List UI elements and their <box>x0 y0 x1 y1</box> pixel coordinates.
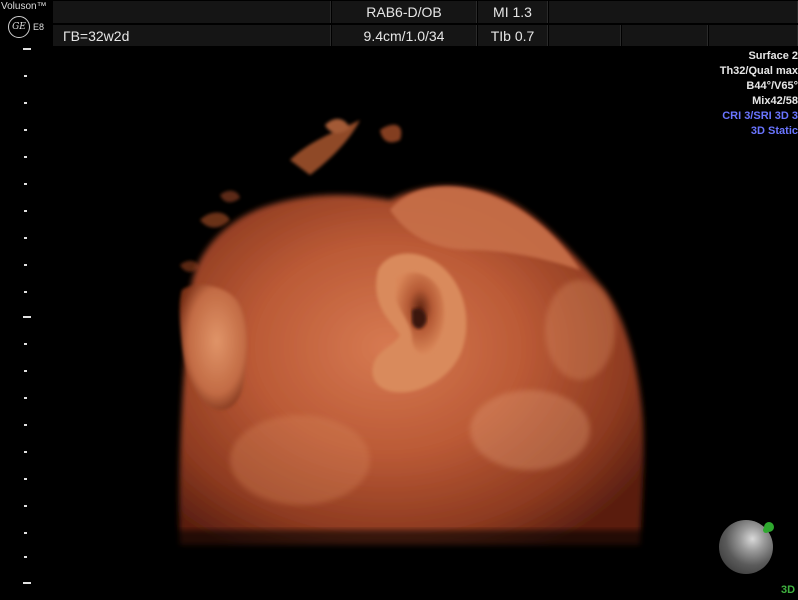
scale-tick <box>24 451 27 453</box>
scale-tick <box>24 264 27 266</box>
scale-tick <box>24 129 27 131</box>
angle-params: B44°/V65° <box>746 80 798 92</box>
scale-tick <box>24 237 27 239</box>
scale-tick <box>24 505 27 507</box>
header-cell-empty-4 <box>622 25 708 46</box>
render-params-panel: Surface 2 Th32/Qual max B44°/V65° Mix42/… <box>668 49 798 139</box>
top-info-bar: Voluson™ GE E8 RAB6-D/OB MI 1.3 ГВ=32w2d… <box>0 0 798 46</box>
ge-logo-block: Voluson™ GE E8 <box>0 0 52 46</box>
scale-tick <box>24 370 27 372</box>
3d-render-image <box>170 118 650 560</box>
scale-tick <box>24 210 27 212</box>
scale-tick <box>23 316 31 318</box>
mi-value: MI 1.3 <box>478 1 548 23</box>
mode-indicator: 3D <box>781 584 796 596</box>
probe-label: RAB6-D/OB <box>332 1 477 23</box>
orientation-marker-icon <box>763 522 774 533</box>
mix-params: Mix42/58 <box>752 95 798 107</box>
scale-tick <box>24 478 27 480</box>
depth-scale <box>0 46 40 600</box>
model-label: E8 <box>33 22 45 32</box>
scale-tick <box>24 556 27 558</box>
cri-sri-params: CRI 3/SRI 3D 3 <box>722 110 798 122</box>
tib-value: TIb 0.7 <box>478 25 548 46</box>
header-cell-empty-1 <box>53 1 331 23</box>
scale-tick <box>24 397 27 399</box>
scale-tick <box>24 183 27 185</box>
ge-logo-icon: GE <box>8 16 30 38</box>
scale-tick <box>24 424 27 426</box>
scale-tick <box>23 48 31 50</box>
scale-tick <box>23 582 31 584</box>
header-cell-empty-5 <box>709 25 798 46</box>
scale-tick <box>24 291 27 293</box>
scale-tick <box>24 102 27 104</box>
depth-info: 9.4cm/1.0/34 <box>332 25 477 46</box>
scale-tick <box>24 343 27 345</box>
acquisition-mode: 3D Static <box>750 125 798 137</box>
surface-mode: Surface 2 <box>748 50 798 62</box>
brand-label: Voluson™ <box>1 1 47 12</box>
header-cell-empty-2 <box>549 1 798 23</box>
threshold-quality: Th32/Qual max <box>719 65 798 77</box>
gestational-age: ГВ=32w2d <box>53 25 331 46</box>
scale-tick <box>24 156 27 158</box>
scale-tick <box>24 532 27 534</box>
scale-tick <box>24 75 27 77</box>
header-cell-empty-3 <box>549 25 621 46</box>
